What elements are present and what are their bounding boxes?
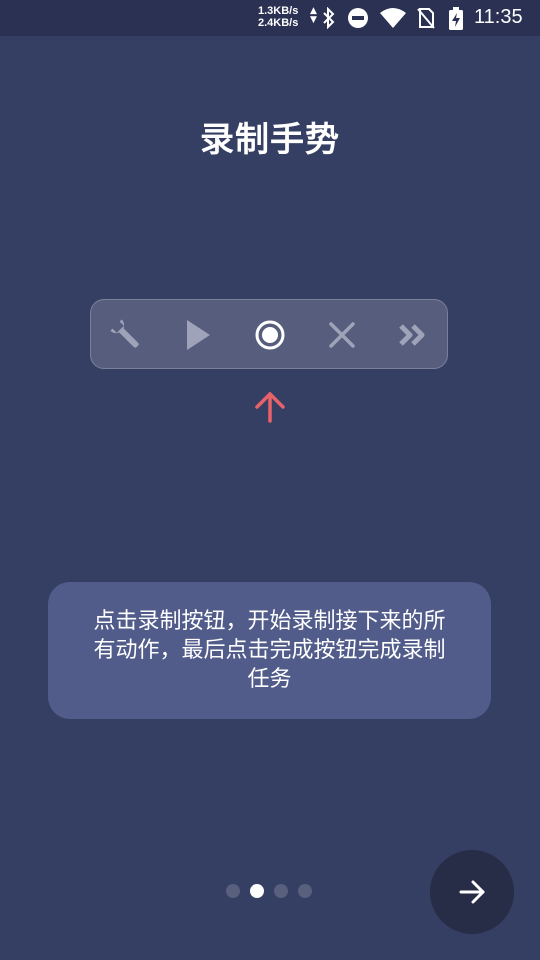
bluetooth-icon [323, 7, 335, 29]
wrench-icon[interactable] [108, 317, 144, 353]
description-line-1: 点击录制按钮，开始录制接下来的所 [93, 609, 446, 634]
page-dot-2-active [250, 884, 264, 898]
net-down-speed: 2.4KB/s [258, 17, 299, 29]
do-not-disturb-icon [348, 8, 368, 28]
arrow-right-icon [459, 880, 485, 904]
no-sim-icon [417, 8, 435, 29]
page-dot-4 [298, 884, 312, 898]
play-icon[interactable] [180, 317, 216, 353]
battery-charging-icon [449, 7, 463, 30]
page-dot-3 [274, 884, 288, 898]
wifi-icon [380, 8, 406, 28]
gesture-toolbar [90, 299, 448, 369]
fast-forward-icon[interactable] [396, 317, 432, 353]
description-line-2: 有动作，最后点击完成按钮完成录制 [93, 638, 446, 663]
description-card: 点击录制按钮，开始录制接下来的所 有动作，最后点击完成按钮完成录制 任务 [48, 582, 491, 719]
status-bar: 1.3KB/s 2.4KB/s ▲ ▼ 11:35 [0, 0, 540, 36]
arrow-up-icon [255, 392, 285, 423]
network-speed: 1.3KB/s 2.4KB/s [258, 5, 298, 29]
next-button[interactable] [430, 850, 514, 934]
clock: 11:35 [474, 6, 523, 28]
page-dot-1 [226, 884, 240, 898]
close-icon[interactable] [324, 317, 360, 353]
page-title: 录制手势 [200, 120, 340, 160]
description-line-3: 任务 [247, 667, 292, 692]
record-icon[interactable] [252, 317, 288, 353]
net-up-speed: 1.3KB/s [258, 5, 299, 17]
traffic-arrows-icon: ▲ ▼ [310, 6, 317, 25]
